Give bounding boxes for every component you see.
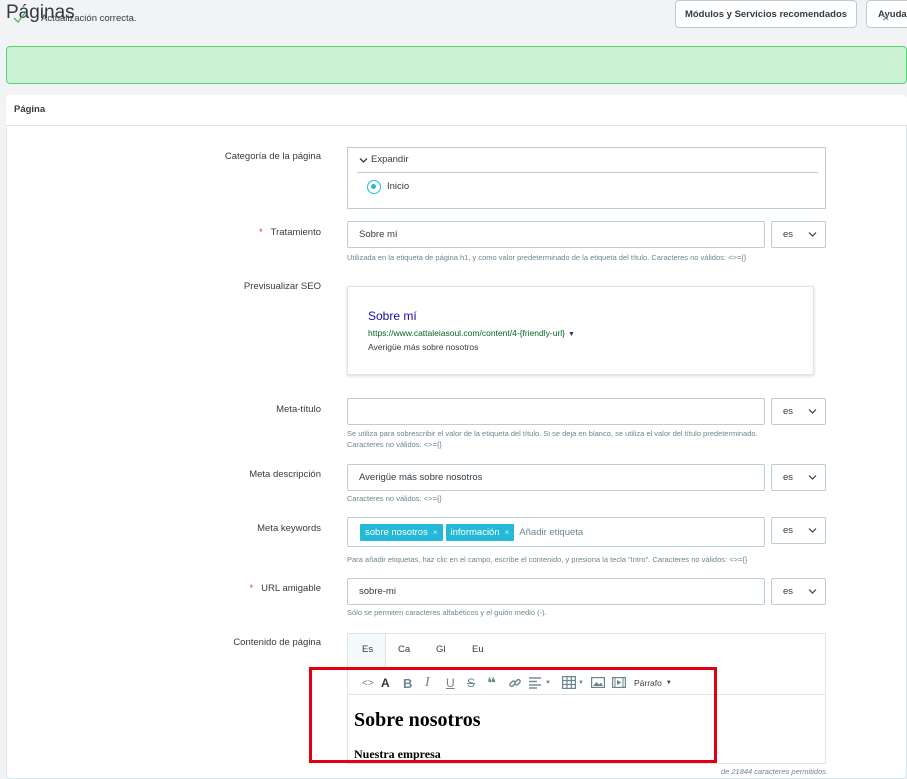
friendly-url-lang-select[interactable]: es	[771, 578, 826, 605]
required-mark: *	[249, 583, 254, 594]
meta-keywords-lang-select[interactable]: es	[771, 517, 826, 544]
alert-message: Actualización correcta.	[41, 13, 137, 24]
seo-preview-title: Sobre mí	[368, 309, 417, 323]
title-help: Utilizada en la etiqueta de página h1, y…	[347, 253, 747, 262]
friendly-url-input[interactable]: sobre-mi	[347, 578, 765, 605]
chevron-down-icon	[808, 232, 817, 237]
meta-title-input[interactable]	[347, 398, 765, 425]
meta-description-label: Meta descripción	[249, 469, 321, 480]
radio-dot	[371, 184, 376, 189]
chevron-down-icon	[808, 475, 817, 480]
meta-keywords-lang-value: es	[783, 525, 794, 536]
title-input[interactable]: Sobre mí	[347, 221, 765, 248]
keyword-tag-label: información	[450, 526, 500, 538]
recommended-modules-button[interactable]: Módulos y Servicios recomendados	[675, 0, 857, 28]
tab-gl[interactable]: Gl	[436, 644, 446, 655]
meta-description-lang-select[interactable]: es	[771, 464, 826, 491]
meta-title-lang-value: es	[783, 406, 794, 417]
add-tag-placeholder[interactable]: Añadir etiqueta	[519, 527, 583, 538]
title-lang-value: es	[783, 229, 794, 240]
meta-description-help: Caracteres no válidos: <>={}	[347, 494, 442, 503]
meta-description-lang-value: es	[783, 472, 794, 483]
language-tabs	[347, 633, 826, 670]
content-label: Contenido de página	[233, 637, 321, 648]
meta-description-input[interactable]: Averigüe más sobre nosotros	[347, 464, 765, 491]
keyword-tag-label: sobre nosotros	[365, 526, 428, 538]
panel-title: Página	[14, 104, 46, 115]
chevron-down-icon	[808, 589, 817, 594]
check-icon	[13, 12, 26, 24]
chevron-down-icon	[359, 158, 368, 163]
meta-keywords-help: Para añadir etiquetas, haz clic en el ca…	[347, 555, 748, 564]
highlight-box	[309, 667, 717, 763]
success-alert	[6, 46, 907, 84]
keyword-tag: información ×	[445, 523, 515, 541]
meta-keywords-input[interactable]: sobre nosotros × información × Añadir etiq…	[347, 517, 765, 547]
chevron-down-icon	[808, 528, 817, 533]
caret-down-icon: ▼	[568, 331, 575, 338]
title-label-text: Tratamiento	[270, 227, 321, 238]
required-mark: *	[258, 227, 263, 238]
remove-tag-icon[interactable]: ×	[433, 528, 438, 537]
category-option-inicio[interactable]: Inicio	[387, 181, 409, 192]
friendly-url-label: * URL amigable	[21, 583, 321, 594]
remove-tag-icon[interactable]: ×	[505, 528, 510, 537]
friendly-url-label-text: URL amigable	[261, 583, 321, 594]
title-label: * Tratamiento	[21, 227, 321, 238]
character-counter: de 21844 caracteres permitidos	[720, 767, 826, 776]
category-tree	[347, 147, 826, 209]
meta-title-label: Meta-título	[276, 404, 321, 415]
seo-preview-description: Averigüe más sobre nosotros	[368, 342, 479, 352]
panel-header	[6, 95, 907, 126]
seo-preview-label: Previsualizar SEO	[243, 281, 321, 292]
meta-title-help-line2: Caracteres no válidos: <>={}	[347, 440, 442, 449]
friendly-url-lang-value: es	[783, 586, 794, 597]
chevron-down-icon	[808, 409, 817, 414]
seo-preview-url-text: https://www.cattaleiasoul.com/content/4-…	[368, 328, 566, 338]
expand-toggle[interactable]: Expandir	[371, 154, 409, 165]
seo-preview-url: https://www.cattaleiasoul.com/content/4-…	[368, 328, 575, 338]
tree-divider	[357, 172, 818, 173]
meta-title-lang-select[interactable]: es	[771, 398, 826, 425]
tab-es[interactable]: Es	[362, 644, 373, 655]
category-label: Categoría de la página	[224, 151, 321, 162]
category-radio[interactable]	[367, 180, 381, 194]
title-lang-select[interactable]: es	[771, 221, 826, 248]
meta-title-help: Se utiliza para sobrescribir el valor de…	[347, 428, 827, 450]
keyword-tag: sobre nosotros ×	[360, 523, 443, 541]
meta-keywords-label: Meta keywords	[257, 523, 321, 534]
close-icon[interactable]: ×	[882, 10, 890, 25]
tab-ca[interactable]: Ca	[398, 644, 410, 655]
meta-title-help-line1: Se utiliza para sobrescribir el valor de…	[347, 429, 758, 438]
friendly-url-help: Sólo se permiten caracteres alfabéticos …	[347, 608, 547, 617]
tab-eu[interactable]: Eu	[472, 644, 484, 655]
